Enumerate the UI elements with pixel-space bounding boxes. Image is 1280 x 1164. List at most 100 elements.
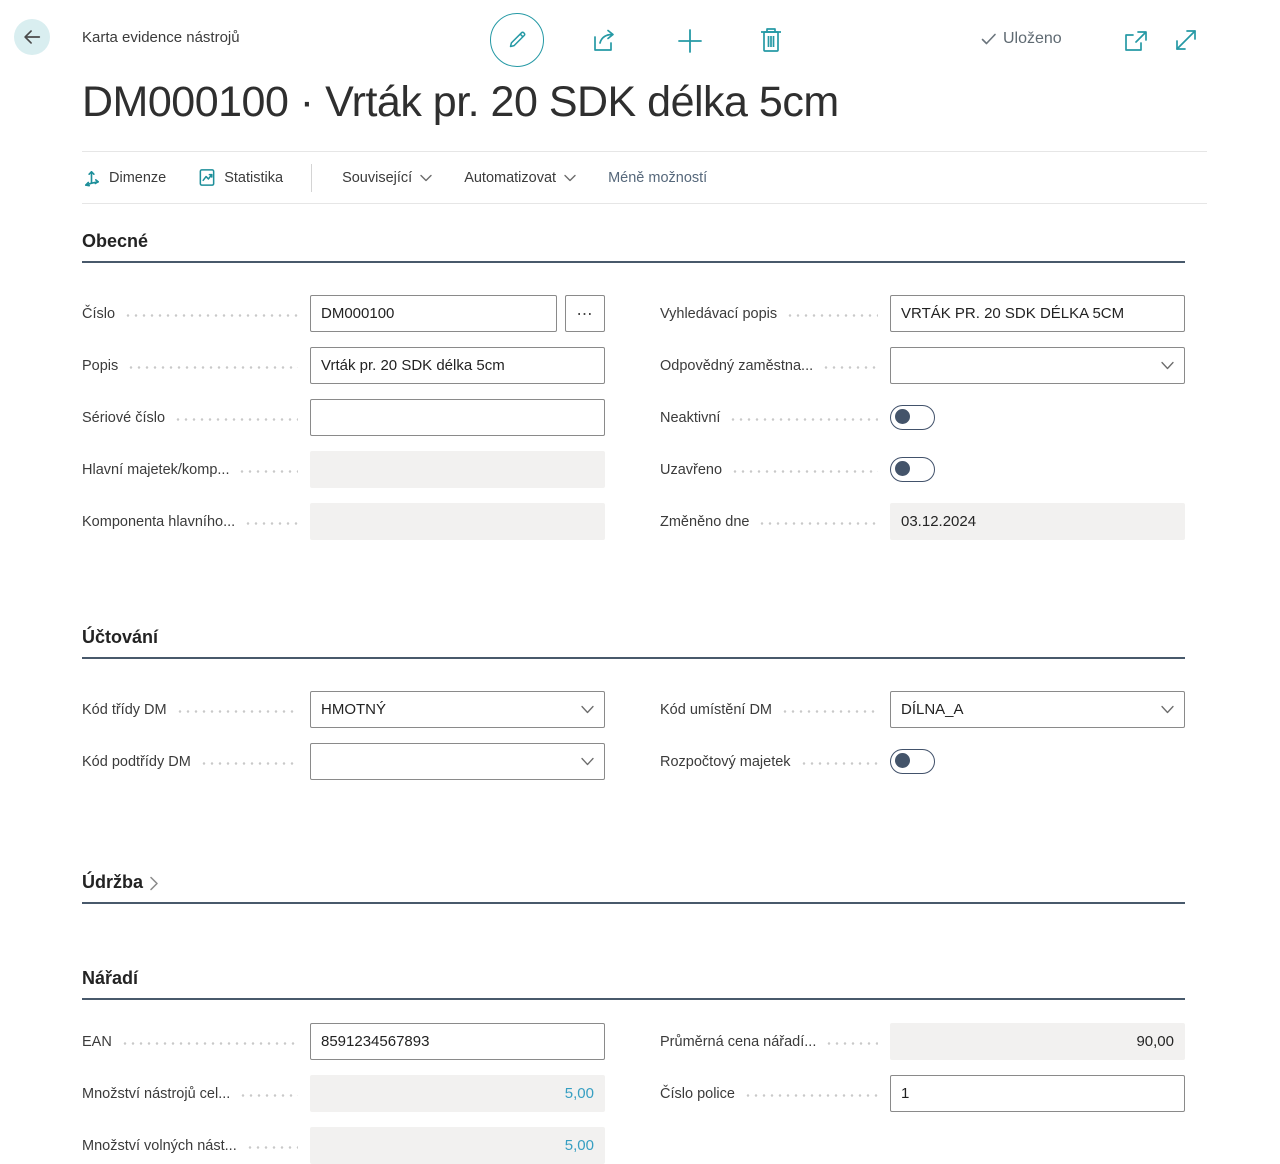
section-title: Nářadí <box>82 968 138 989</box>
field-label: Sériové číslo <box>82 410 165 426</box>
field-row-vyhledavaci-popis: Vyhledávací popis <box>660 295 1185 332</box>
dotted-leader <box>781 710 878 713</box>
cislo-input[interactable] <box>310 295 557 332</box>
dotted-leader <box>825 1042 878 1045</box>
field-row-seriove-cislo: Sériové číslo <box>82 399 605 436</box>
dotted-leader <box>238 470 298 473</box>
field-row-mnozstvi-volnych: Množství volných nást... 5,00 <box>82 1127 605 1164</box>
dotted-leader <box>124 314 298 317</box>
field-row-hlavni-majetek: Hlavní majetek/komp... <box>82 451 605 488</box>
kod-umisteni-dm-combobox[interactable] <box>890 691 1185 728</box>
toggle-knob <box>895 753 910 768</box>
expand-icon <box>1173 27 1199 53</box>
section-title: Účtování <box>82 627 158 648</box>
field-row-popis: Popis <box>82 347 605 384</box>
field-label: Kód umístění DM <box>660 702 772 718</box>
zmeneno-dne-readonly-field: 03.12.2024 <box>890 503 1185 540</box>
dotted-leader <box>744 1094 878 1097</box>
dotted-leader <box>758 522 878 525</box>
dotted-leader <box>121 1042 298 1045</box>
dotted-leader <box>246 1146 298 1149</box>
field-label: Číslo <box>82 306 115 322</box>
drilldown-value[interactable]: 5,00 <box>565 1137 594 1154</box>
kod-podtridy-dm-combobox[interactable] <box>310 743 605 780</box>
komponenta-readonly-field <box>310 503 605 540</box>
trash-icon <box>758 25 784 55</box>
section-posting: Účtování Kód třídy DM Kód podtřídy DM <box>82 627 1185 795</box>
field-row-odpovedny-zamestnanec: Odpovědný zaměstna... <box>660 347 1185 384</box>
prumerna-cena-readonly-field: 90,00 <box>890 1023 1185 1060</box>
expand-button[interactable] <box>1172 26 1200 54</box>
chevron-right-icon <box>149 876 159 891</box>
field-label: Popis <box>82 358 118 374</box>
mnozstvi-volnych-readonly-field: 5,00 <box>310 1127 605 1164</box>
section-title: Údržba <box>82 872 143 893</box>
action-mene-moznosti[interactable]: Méně možností <box>608 170 707 186</box>
kod-tridy-dm-combobox[interactable] <box>310 691 605 728</box>
uzavreno-toggle[interactable] <box>890 457 935 482</box>
field-label: Množství volných nást... <box>82 1138 237 1154</box>
field-row-ean: EAN <box>82 1023 605 1060</box>
edit-button[interactable] <box>490 13 544 67</box>
vyhledavaci-popis-input[interactable] <box>890 295 1185 332</box>
rozpoctovy-majetek-toggle[interactable] <box>890 749 935 774</box>
action-bar-divider <box>311 164 312 192</box>
field-row-kod-podtridy-dm: Kód podtřídy DM <box>82 743 605 780</box>
statistics-icon <box>198 168 216 187</box>
share-button[interactable] <box>590 26 622 56</box>
dotted-leader <box>244 522 298 525</box>
field-row-cislo-police: Číslo police <box>660 1075 1185 1112</box>
field-label: Uzavřeno <box>660 462 722 478</box>
dimensions-icon <box>82 168 101 187</box>
action-dimenze[interactable]: Dimenze <box>82 168 166 187</box>
section-title: Obecné <box>82 231 148 252</box>
drilldown-value[interactable]: 5,00 <box>565 1085 594 1102</box>
field-label: Kód třídy DM <box>82 702 167 718</box>
share-icon <box>591 27 621 55</box>
field-label: Komponenta hlavního... <box>82 514 235 530</box>
field-label: Množství nástrojů cel... <box>82 1086 230 1102</box>
action-bar: Dimenze Statistika Související Automatiz… <box>82 151 1207 204</box>
dotted-leader <box>822 366 878 369</box>
dotted-leader <box>174 418 298 421</box>
odpovedny-zamestnanec-combobox[interactable] <box>890 347 1185 384</box>
chevron-down-icon <box>564 174 576 182</box>
check-icon <box>980 30 998 48</box>
seriove-cislo-input[interactable] <box>310 399 605 436</box>
dotted-leader <box>176 710 298 713</box>
popis-input[interactable] <box>310 347 605 384</box>
dotted-leader <box>786 314 878 317</box>
field-row-kod-umisteni-dm: Kód umístění DM <box>660 691 1185 728</box>
save-status-label: Uloženo <box>1003 30 1062 48</box>
field-row-zmeneno-dne: Změněno dne 03.12.2024 <box>660 503 1185 540</box>
delete-button[interactable] <box>756 24 786 56</box>
dotted-leader <box>731 470 878 473</box>
action-automatizovat[interactable]: Automatizovat <box>464 170 576 186</box>
cislo-police-input[interactable] <box>890 1075 1185 1112</box>
action-label: Automatizovat <box>464 170 556 186</box>
new-button[interactable] <box>673 26 707 56</box>
dotted-leader <box>239 1094 298 1097</box>
ean-input[interactable] <box>310 1023 605 1060</box>
section-general-header[interactable]: Obecné <box>82 231 1185 263</box>
field-label: Neaktivní <box>660 410 720 426</box>
back-arrow-icon <box>21 26 43 48</box>
section-tools: Nářadí EAN Množství nástrojů cel... 5,00… <box>82 968 1185 1164</box>
action-statistika[interactable]: Statistika <box>198 168 283 187</box>
action-souvisejici[interactable]: Související <box>342 170 432 186</box>
plus-icon <box>675 26 705 56</box>
back-button[interactable] <box>14 19 50 55</box>
section-tools-header[interactable]: Nářadí <box>82 968 1185 1000</box>
mnozstvi-celkem-readonly-field: 5,00 <box>310 1075 605 1112</box>
assist-edit-button[interactable]: ⋯ <box>565 295 605 332</box>
page-title: DM000100 · Vrták pr. 20 SDK délka 5cm <box>82 78 1280 127</box>
section-maintenance: Údržba <box>82 872 1185 904</box>
section-maintenance-header[interactable]: Údržba <box>82 872 1185 904</box>
section-posting-header[interactable]: Účtování <box>82 627 1185 659</box>
neaktivni-toggle[interactable] <box>890 405 935 430</box>
field-label: Odpovědný zaměstna... <box>660 358 813 374</box>
toggle-knob <box>895 409 910 424</box>
open-in-window-button[interactable] <box>1122 28 1150 54</box>
field-row-cislo: Číslo ⋯ <box>82 295 605 332</box>
field-row-mnozstvi-celkem: Množství nástrojů cel... 5,00 <box>82 1075 605 1112</box>
